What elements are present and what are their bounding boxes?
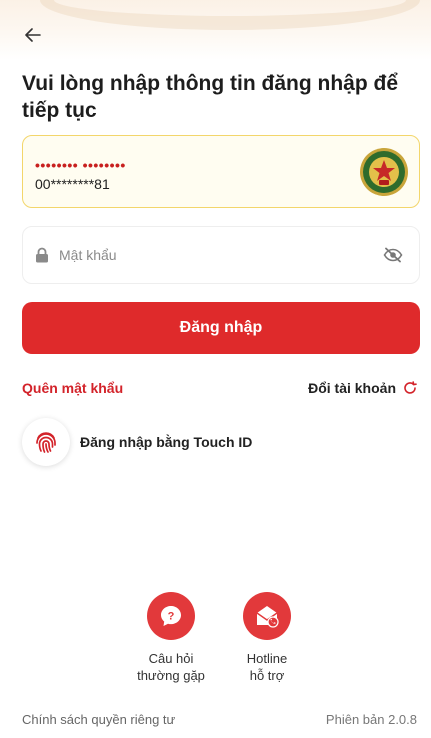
eye-off-icon[interactable] — [383, 247, 403, 263]
faq-button[interactable]: ? Câu hỏi thường gặp — [126, 592, 216, 684]
touch-id-label: Đăng nhập bằng Touch ID — [80, 434, 253, 450]
fingerprint-icon — [36, 432, 56, 453]
masked-account-id: 00********81 — [35, 176, 110, 192]
touch-id-circle — [22, 418, 70, 466]
phone-envelope-icon — [256, 606, 279, 628]
hotline-label-line1: Hotline — [246, 651, 288, 666]
login-button[interactable]: Đăng nhập — [22, 302, 420, 354]
switch-account-label: Đổi tài khoản — [308, 380, 396, 396]
faq-label-line2: thường gặp — [137, 668, 205, 683]
forgot-password-link[interactable]: Quên mật khẩu — [22, 380, 123, 396]
faq-label: Câu hỏi thường gặp — [137, 650, 205, 684]
question-icon: ? — [161, 606, 181, 626]
police-emblem-icon — [360, 148, 408, 196]
hotline-label: Hotline hỗ trợ — [247, 650, 287, 684]
refresh-icon — [404, 381, 417, 394]
hotline-label-line2: hỗ trợ — [249, 668, 285, 683]
page-title: Vui lòng nhập thông tin đăng nhập để tiế… — [22, 72, 399, 122]
lock-icon — [36, 247, 48, 263]
header-pattern — [40, 0, 420, 30]
touch-id-login-button[interactable]: Đăng nhập bằng Touch ID — [22, 418, 302, 466]
masked-account-name: •••••••• •••••••• — [35, 157, 126, 173]
account-card[interactable]: •••••••• •••••••• 00********81 — [22, 135, 420, 208]
hotline-circle — [243, 592, 291, 640]
switch-account-button[interactable]: Đổi tài khoản — [308, 380, 417, 396]
faq-circle: ? — [147, 592, 195, 640]
privacy-policy-link[interactable]: Chính sách quyền riêng tư — [22, 712, 175, 727]
svg-text:?: ? — [168, 611, 175, 623]
faq-label-line1: Câu hỏi — [148, 651, 194, 666]
arrow-left-icon — [25, 28, 41, 42]
back-button[interactable] — [20, 22, 46, 48]
hotline-button[interactable]: Hotline hỗ trợ — [222, 592, 312, 684]
app-version: Phiên bản 2.0.8 — [325, 712, 417, 727]
password-input[interactable] — [59, 247, 383, 263]
password-field[interactable] — [22, 226, 420, 284]
header-decoration — [0, 0, 431, 60]
